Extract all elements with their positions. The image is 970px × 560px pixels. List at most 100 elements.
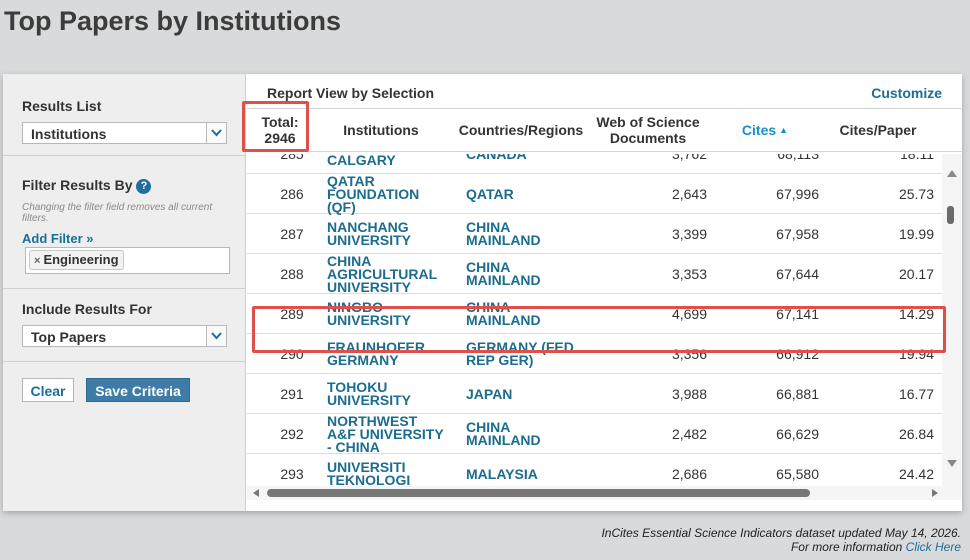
cites-label: Cites xyxy=(741,122,777,138)
country-link[interactable]: CHINA MAINLAND xyxy=(466,254,591,294)
filter-label-text: Filter Results By xyxy=(22,177,133,193)
institution-line: UNIVERSITY xyxy=(327,392,412,408)
documents-cell: 3,356 xyxy=(671,346,707,362)
column-wos-documents[interactable]: Web of Science Documents xyxy=(589,109,707,151)
documents-cell: 4,699 xyxy=(671,306,707,322)
rank-cell: 286 xyxy=(280,186,304,202)
cites-per-paper-cell: 16.77 xyxy=(898,386,934,402)
documents-cell: 2,686 xyxy=(671,466,707,482)
filter-box[interactable]: × Engineering xyxy=(25,247,230,274)
include-select[interactable]: Top Papers xyxy=(22,325,227,347)
rank-cell: 287 xyxy=(280,226,304,242)
filter-note: Changing the filter field removes all cu… xyxy=(22,202,213,224)
column-cites[interactable]: Cites ▲ xyxy=(717,109,813,151)
remove-chip-icon[interactable]: × xyxy=(34,255,40,267)
country-link[interactable]: QATAR xyxy=(466,174,591,214)
scroll-up-icon[interactable] xyxy=(947,170,957,177)
vertical-scroll-thumb[interactable] xyxy=(947,206,954,224)
scroll-right-icon[interactable] xyxy=(932,489,938,497)
country-link[interactable]: CHINA MAINLAND xyxy=(466,214,591,254)
results-list-value: Institutions xyxy=(31,126,107,142)
institution-link[interactable]: FRAUNHOFER GERMANY xyxy=(327,334,455,374)
page-title: Top Papers by Institutions xyxy=(4,6,342,36)
total-value: 2946 xyxy=(264,130,296,146)
institution-line: GERMANY xyxy=(327,352,399,368)
institution-link[interactable]: UNIVERSITY OFCALGARY xyxy=(327,154,455,174)
table-row: 285 UNIVERSITY OFCALGARY CANADA 3,762 68,113… xyxy=(247,154,942,174)
cites-cell: 66,881 xyxy=(776,386,819,402)
column-cites-per-paper[interactable]: Cites/Paper xyxy=(823,109,933,151)
institution-line: UNIVERSITY xyxy=(327,232,412,248)
vertical-scrollbar[interactable] xyxy=(942,154,962,486)
total-label: Total: xyxy=(261,114,299,130)
rank-cell: 288 xyxy=(280,266,304,282)
country-line: QATAR xyxy=(466,185,514,202)
rank-cell: 292 xyxy=(280,426,304,442)
institution-line: (QF) xyxy=(327,198,356,215)
chevron-down-icon[interactable] xyxy=(206,326,226,346)
sort-caret-icon: ▲ xyxy=(779,125,789,135)
institution-link[interactable]: UNIVERSITI TEKNOLOGI xyxy=(327,454,455,486)
institution-line: UNIVERSITY xyxy=(327,312,412,328)
table-row: 288 CHINA AGRICULTURAL UNIVERSITY CHINA MAINL… xyxy=(247,254,942,294)
cites-cell: 68,113 xyxy=(777,154,819,162)
save-criteria-button[interactable]: Save Criteria xyxy=(86,378,190,402)
institution-link[interactable]: TOHOKU UNIVERSITY xyxy=(327,374,455,414)
clear-button[interactable]: Clear xyxy=(22,378,74,402)
results-list-label: Results List xyxy=(22,98,102,114)
total-header: Total: 2946 xyxy=(247,109,313,151)
institution-line: - CHINA xyxy=(327,438,380,455)
country-link[interactable]: JAPAN xyxy=(466,374,591,414)
institution-line: CALGARY xyxy=(327,154,396,168)
table-row: 292 NORTHWEST A&F UNIVERSITY - CHINA CHINA MA… xyxy=(247,414,942,454)
cites-per-paper-cell: 19.99 xyxy=(898,226,934,242)
sidebar: Results List Institutions Filter Results… xyxy=(3,74,246,511)
filter-chip: × Engineering xyxy=(29,250,124,270)
cites-per-paper-cell: 18.11 xyxy=(900,154,934,162)
table-header: Total: 2946 Institutions Countries/Regio… xyxy=(247,108,962,152)
scroll-left-icon[interactable] xyxy=(253,489,259,497)
country-link[interactable]: CHINA MAINLAND xyxy=(466,414,591,454)
horizontal-scroll-thumb[interactable] xyxy=(267,489,810,497)
country-link[interactable]: MALAYSIA xyxy=(466,454,591,486)
horizontal-scrollbar[interactable] xyxy=(247,486,962,500)
cites-cell: 67,141 xyxy=(776,306,819,322)
documents-cell: 3,399 xyxy=(671,226,707,242)
click-here-link[interactable]: Click Here xyxy=(906,540,961,554)
column-institutions[interactable]: Institutions xyxy=(323,109,439,151)
column-countries[interactable]: Countries/Regions xyxy=(452,109,590,151)
institution-link[interactable]: NINGBO UNIVERSITY xyxy=(327,294,455,334)
scroll-down-icon[interactable] xyxy=(947,460,957,467)
cites-cell: 67,644 xyxy=(776,266,819,282)
cites-per-paper-cell: 20.17 xyxy=(898,266,934,282)
rank-cell: 290 xyxy=(280,346,304,362)
help-icon[interactable]: ? xyxy=(136,179,152,194)
table-row: 289 NINGBO UNIVERSITY CHINA MAINLAND 4,699 67,… xyxy=(247,294,942,334)
table-body: 285 UNIVERSITY OFCALGARY CANADA 3,762 68,113… xyxy=(247,154,942,486)
institution-link[interactable]: CHINA AGRICULTURAL UNIVERSITY xyxy=(327,254,455,294)
institution-line: TEKNOLOGI xyxy=(327,472,411,486)
country-link[interactable]: GERMANY (FED REP GER) xyxy=(466,334,591,374)
country-link[interactable]: CHINA MAINLAND xyxy=(466,294,591,334)
footer-more-info: For more information Click Here xyxy=(791,540,961,554)
add-filter-link[interactable]: Add Filter » xyxy=(22,231,94,246)
results-list-select[interactable]: Institutions xyxy=(22,122,227,144)
cites-per-paper-cell: 26.84 xyxy=(898,426,934,442)
rank-cell: 289 xyxy=(280,306,304,322)
cites-cell: 67,996 xyxy=(776,186,819,202)
footer-dataset-note: InCites Essential Science Indicators dat… xyxy=(601,526,961,540)
footer-more-info-text: For more information xyxy=(790,540,906,554)
documents-cell: 2,482 xyxy=(671,426,707,442)
customize-link[interactable]: Customize xyxy=(871,85,942,101)
institution-link[interactable]: NORTHWEST A&F UNIVERSITY - CHINA xyxy=(327,414,455,454)
country-line: CANADA xyxy=(466,154,527,161)
chevron-down-icon[interactable] xyxy=(206,123,226,143)
institution-link[interactable]: QATAR FOUNDATION (QF) xyxy=(327,174,455,214)
country-link[interactable]: CANADA xyxy=(466,154,591,174)
cites-per-paper-cell: 14.29 xyxy=(898,306,934,322)
institution-link[interactable]: NANCHANG UNIVERSITY xyxy=(327,214,455,254)
rank-cell: 291 xyxy=(280,386,304,402)
country-line: REP GER) xyxy=(466,352,534,368)
results-table-area: Report View by Selection Customize Total… xyxy=(247,74,962,511)
documents-cell: 3,762 xyxy=(671,154,707,162)
